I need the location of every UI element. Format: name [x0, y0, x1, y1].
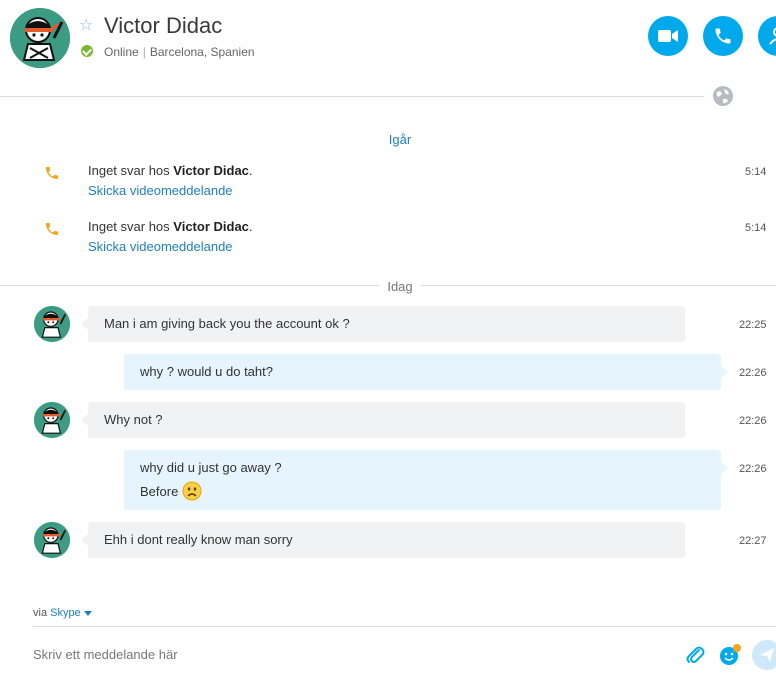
message-avatar[interactable] — [34, 306, 70, 342]
status-separator: | — [142, 45, 146, 59]
status-line: Online | Barcelona, Spanien — [104, 45, 255, 59]
audio-call-button[interactable] — [703, 16, 743, 56]
call-event: Inget svar hos Victor Didac. Skicka vide… — [0, 163, 776, 207]
call-event-contact: Victor Didac — [173, 163, 249, 178]
call-event-suffix: . — [248, 219, 253, 234]
message-bubble-outgoing[interactable]: why did u just go away ? Before — [124, 450, 728, 510]
call-event-text: Inget svar hos Victor Didac. — [88, 219, 253, 234]
call-event-prefix: Inget svar hos — [88, 163, 174, 178]
globe-icon[interactable] — [712, 85, 734, 107]
send-video-message-link[interactable]: Skicka videomeddelande — [88, 239, 233, 254]
missed-call-phone-icon — [46, 167, 58, 179]
ninja-avatar-icon — [34, 306, 70, 342]
ninja-avatar-icon — [34, 402, 70, 438]
call-event-prefix: Inget svar hos — [88, 219, 174, 234]
missed-call-phone-icon — [46, 223, 58, 235]
call-event-contact: Victor Didac — [173, 219, 249, 234]
via-service-dropdown[interactable]: Skype — [50, 607, 92, 619]
message-text: why did u just go away ? — [140, 460, 282, 475]
send-video-message-link[interactable]: Skicka videomeddelande — [88, 183, 233, 198]
header-divider — [0, 96, 704, 97]
message-bubble-incoming[interactable]: Man i am giving back you the account ok … — [81, 306, 685, 342]
add-contact-button[interactable] — [758, 16, 776, 56]
call-event-suffix: . — [248, 163, 253, 178]
ninja-avatar-icon — [10, 8, 70, 68]
chevron-down-icon — [83, 610, 92, 616]
message-text-line2: Before — [140, 483, 179, 499]
paperclip-icon[interactable] — [685, 644, 705, 666]
message-bubble-incoming[interactable]: Ehh i dont really know man sorry — [81, 522, 685, 558]
via-selector: via Skype — [33, 607, 92, 619]
presence-status: Online — [104, 45, 139, 59]
contact-name[interactable]: Victor Didac — [104, 13, 222, 39]
via-service-label: Skype — [50, 607, 81, 619]
message-avatar[interactable] — [34, 522, 70, 558]
compose-divider — [33, 626, 776, 627]
message-second-line: Before — [140, 481, 705, 501]
online-check-icon — [81, 45, 93, 57]
via-prefix: via — [33, 607, 48, 619]
contact-avatar[interactable] — [10, 8, 70, 68]
message-text: why ? would u do taht? — [140, 364, 273, 379]
message-text: Why not ? — [104, 412, 163, 427]
emoticon-icon[interactable] — [718, 643, 742, 667]
call-event: Inget svar hos Victor Didac. Skicka vide… — [0, 219, 776, 263]
message-avatar[interactable] — [34, 402, 70, 438]
call-event-text: Inget svar hos Victor Didac. — [88, 163, 253, 178]
message-time: 22:27 — [739, 535, 767, 547]
contact-location: Barcelona, Spanien — [149, 45, 255, 59]
ninja-avatar-icon — [34, 522, 70, 558]
phone-icon — [715, 28, 731, 44]
send-button[interactable] — [752, 640, 776, 670]
message-time: 22:26 — [739, 415, 767, 427]
call-event-time: 5:14 — [745, 166, 767, 178]
day-separator-yesterday: Igår — [388, 132, 412, 147]
message-compose-input[interactable] — [33, 644, 673, 664]
message-time: 22:25 — [739, 319, 767, 331]
video-camera-icon — [658, 30, 678, 42]
day-separator-today-label: Idag — [379, 279, 421, 294]
day-separator-today: Idag — [0, 279, 776, 294]
video-call-button[interactable] — [648, 16, 688, 56]
favorite-star-icon[interactable]: ☆ — [79, 17, 93, 33]
call-event-time: 5:14 — [745, 222, 767, 234]
message-bubble-incoming[interactable]: Why not ? — [81, 402, 685, 438]
message-time: 22:26 — [739, 463, 767, 475]
chat-header: ☆ Victor Didac Online | Barcelona, Spanien — [0, 0, 776, 96]
sad-face-icon — [182, 481, 202, 501]
message-text: Man i am giving back you the account ok … — [104, 316, 350, 331]
add-person-icon — [769, 27, 776, 45]
message-bubble-outgoing[interactable]: why ? would u do taht? — [124, 354, 728, 390]
send-icon — [760, 648, 774, 662]
message-time: 22:26 — [739, 367, 767, 379]
message-text: Ehh i dont really know man sorry — [104, 532, 293, 547]
